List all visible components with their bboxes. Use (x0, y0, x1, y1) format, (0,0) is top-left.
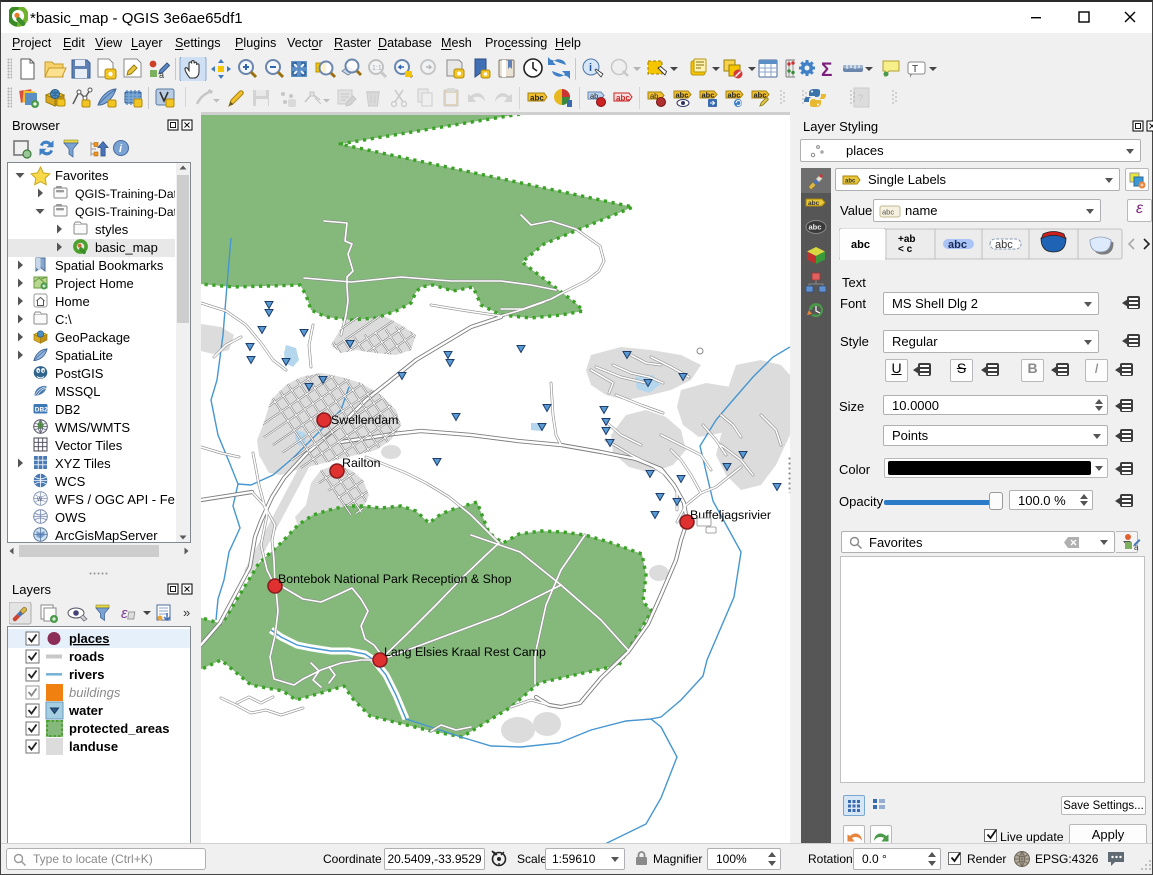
svg-text:abc: abc (616, 94, 630, 103)
svg-text:1:1: 1:1 (372, 65, 382, 72)
svg-text:styles: styles (95, 222, 129, 237)
svg-text:Project Home: Project Home (55, 276, 134, 291)
svg-text:GeoPackage: GeoPackage (55, 330, 130, 345)
svg-text:XYZ Tiles: XYZ Tiles (55, 456, 111, 471)
svg-text:a: a (159, 70, 164, 80)
svg-text:Bontebok National Park Recepti: Bontebok National Park Reception & Shop (278, 572, 512, 586)
svg-text:abc: abc (948, 239, 967, 251)
svg-text:water: water (68, 703, 103, 718)
svg-text:Home: Home (55, 294, 90, 309)
svg-text:W: W (37, 497, 43, 503)
svg-text:QGIS-Training-Data\e: QGIS-Training-Data\e (75, 187, 175, 201)
svg-text:C:\: C:\ (55, 312, 72, 327)
svg-text:QGIS-Training-Data\s: QGIS-Training-Data\s (75, 205, 175, 219)
svg-text:ε: ε (121, 605, 128, 622)
svg-text:landuse: landuse (69, 739, 118, 754)
svg-text:Σ: Σ (821, 60, 832, 81)
svg-text:abc: abc (995, 239, 1013, 251)
svg-text:basic_map: basic_map (95, 240, 158, 255)
svg-text:Vector Tiles: Vector Tiles (55, 438, 123, 453)
svg-text:abc: abc (702, 91, 715, 100)
svg-text:WCS: WCS (55, 474, 86, 489)
svg-text:i: i (589, 62, 592, 74)
svg-text:WMS/WMTS: WMS/WMTS (55, 420, 130, 435)
svg-text:rivers: rivers (69, 667, 104, 682)
svg-text:SpatiaLite: SpatiaLite (55, 348, 113, 363)
svg-text:abc: abc (845, 179, 856, 185)
svg-text:roads: roads (69, 649, 104, 664)
svg-text:abc: abc (882, 208, 894, 217)
svg-text:DB2: DB2 (35, 407, 48, 414)
svg-text:WFS / OGC API - Feature: WFS / OGC API - Feature (55, 492, 175, 507)
svg-text:PostGIS: PostGIS (55, 366, 104, 381)
svg-text:abc: abc (809, 223, 822, 232)
svg-text:OWS: OWS (55, 510, 86, 525)
svg-text:Spatial Bookmarks: Spatial Bookmarks (55, 258, 164, 273)
svg-text:DB2: DB2 (55, 402, 80, 417)
svg-text:Lang Elsies Kraal Rest Camp: Lang Elsies Kraal Rest Camp (384, 645, 546, 659)
svg-text:abc: abc (851, 239, 870, 251)
svg-text:Swellendam: Swellendam (331, 413, 399, 427)
svg-text:a: a (1134, 543, 1139, 551)
svg-text:abc: abc (530, 94, 544, 103)
svg-text:< c: < c (898, 244, 913, 255)
svg-text:buildings: buildings (69, 685, 121, 700)
svg-text:T: T (912, 64, 918, 75)
svg-text:abc: abc (676, 91, 689, 100)
svg-text:abc: abc (754, 91, 767, 100)
svg-text:»: » (183, 605, 190, 620)
svg-text:protected_areas: protected_areas (69, 721, 169, 736)
svg-text:?: ? (858, 93, 863, 103)
svg-text:MSSQL: MSSQL (55, 384, 101, 399)
svg-text:abc: abc (808, 200, 820, 207)
svg-text:abc: abc (728, 91, 741, 100)
svg-text:places: places (69, 631, 109, 646)
svg-text:Railton: Railton (342, 456, 381, 470)
svg-text:Favorites: Favorites (55, 168, 109, 183)
svg-text:ArcGisMapServer: ArcGisMapServer (55, 528, 158, 543)
